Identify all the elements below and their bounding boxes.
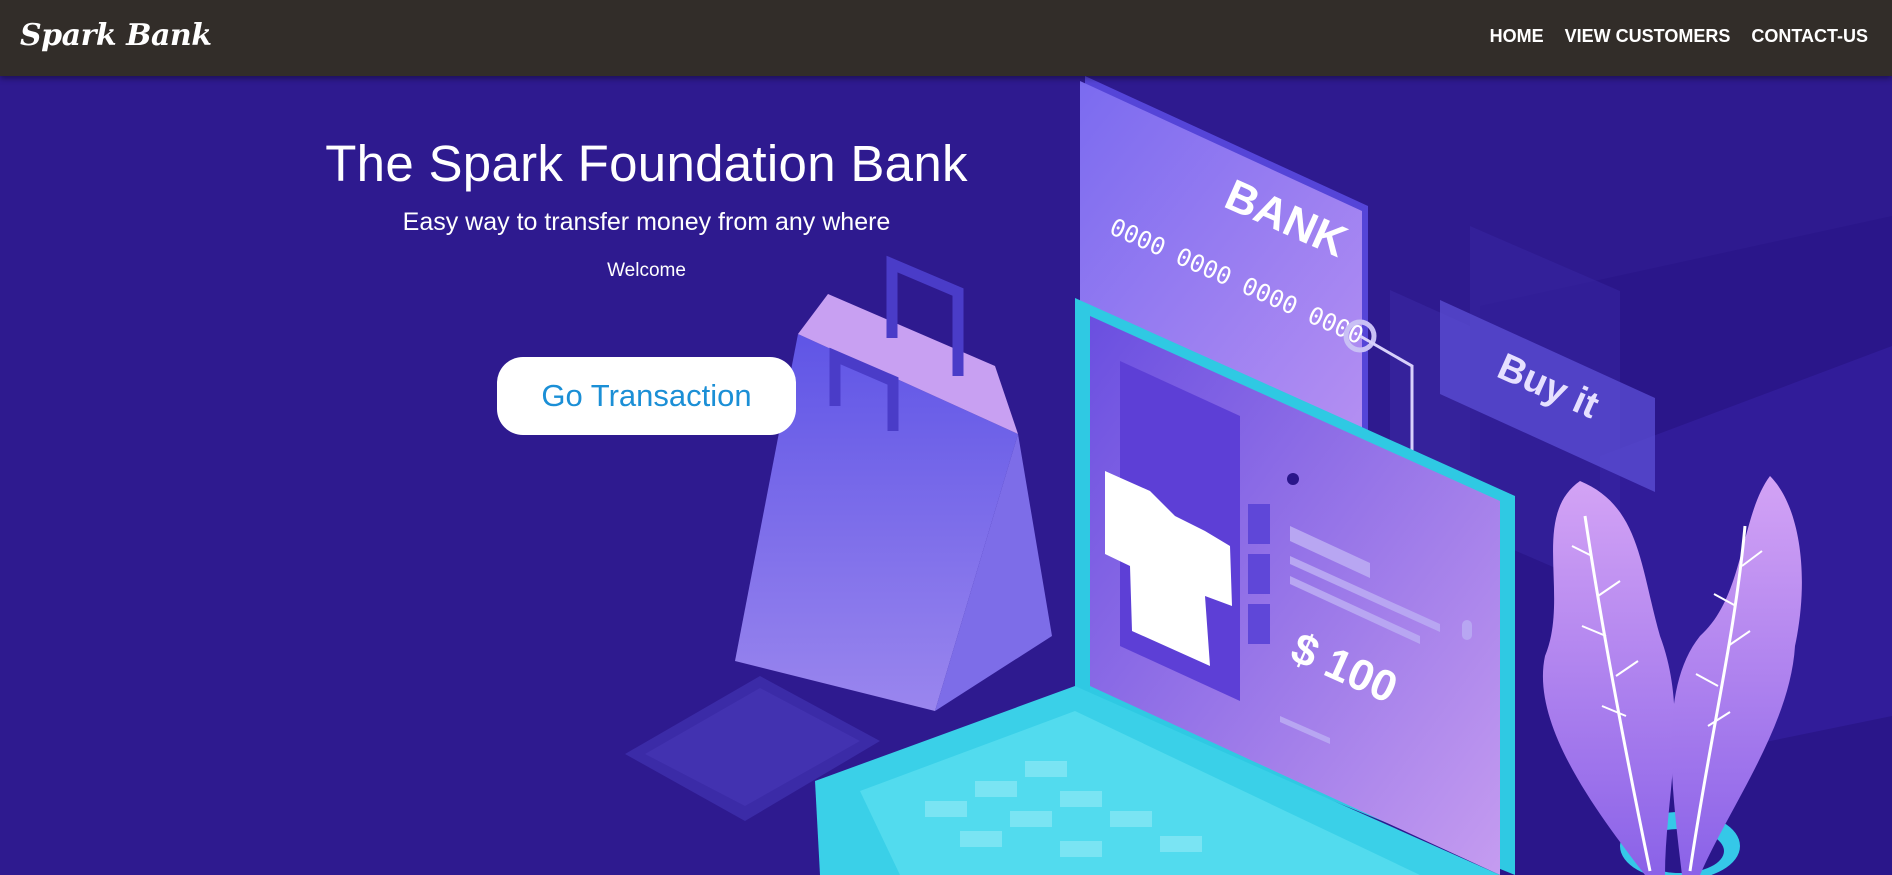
hero-subtitle: Easy way to transfer money from any wher… xyxy=(402,208,891,236)
go-transaction-button[interactable]: Go Transaction xyxy=(497,357,796,435)
hero-title: The Spark Foundation Bank xyxy=(325,135,968,192)
nav-link-contact-us[interactable]: CONTACT-US xyxy=(1751,26,1868,47)
hero-welcome: Welcome xyxy=(607,260,686,281)
hero-text: The Spark Foundation Bank Easy way to tr… xyxy=(250,134,1043,283)
hero-section: BANK 0000 0000 0000 0000 Buy it $ 100 Th… xyxy=(0,76,1892,875)
navbar: Spark Bank HOME VIEW CUSTOMERS CONTACT-U… xyxy=(0,0,1892,76)
shopping-bag-icon xyxy=(735,255,1052,711)
nav-link-view-customers[interactable]: VIEW CUSTOMERS xyxy=(1565,26,1731,47)
nav-link-home[interactable]: HOME xyxy=(1490,26,1544,47)
nav-links: HOME VIEW CUSTOMERS CONTACT-US xyxy=(1490,26,1868,47)
brand-logo[interactable]: Spark Bank xyxy=(20,18,212,53)
